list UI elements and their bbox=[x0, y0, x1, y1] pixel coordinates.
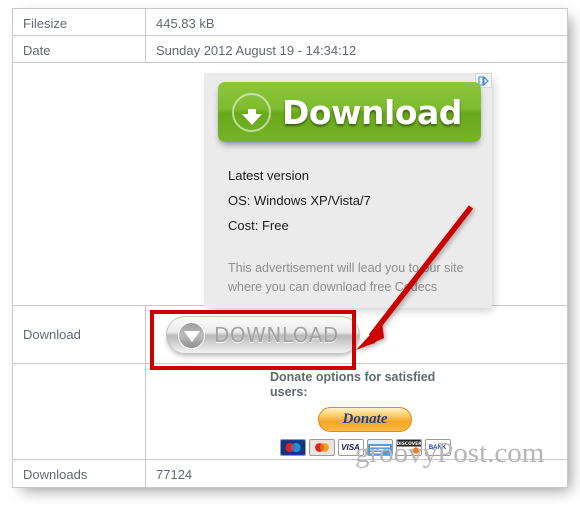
watermark: groovyPost.com bbox=[355, 437, 545, 469]
row-label-filesize: Filesize bbox=[13, 9, 146, 35]
ad-info-line-os: OS: Windows XP/Vista/7 bbox=[228, 193, 371, 208]
download-arrow-icon bbox=[232, 92, 271, 132]
ad-disclaimer-text: This advertisement will lead you to our … bbox=[228, 261, 464, 294]
table-row: Filesize 445.83 kB bbox=[13, 9, 567, 36]
donate-button[interactable]: Donate bbox=[318, 407, 412, 432]
advertisement-area: Download Latest version OS: Windows XP/V… bbox=[13, 63, 567, 308]
download-triangle-icon bbox=[178, 321, 205, 349]
advertisement-row: Download Latest version OS: Windows XP/V… bbox=[13, 63, 567, 308]
mastercard-card-icon bbox=[308, 439, 335, 456]
ad-info-lines: Latest version OS: Windows XP/Vista/7 Co… bbox=[228, 163, 371, 238]
ad-info-line-cost: Cost: Free bbox=[228, 218, 289, 233]
row-value-date: Sunday 2012 August 19 - 14:34:12 bbox=[156, 43, 357, 58]
screenshot-root: Filesize 445.83 kB Date Sunday 2012 Augu… bbox=[0, 0, 580, 508]
table-row: Download DOWNLOAD bbox=[13, 306, 567, 364]
mastercard-glyph bbox=[309, 441, 334, 454]
maestro-glyph bbox=[280, 441, 305, 454]
download-button[interactable]: DOWNLOAD bbox=[166, 316, 360, 354]
row-value-download: DOWNLOAD bbox=[146, 306, 567, 364]
donate-row-label bbox=[13, 364, 146, 460]
download-button-label: DOWNLOAD bbox=[214, 322, 339, 347]
table-row: Date Sunday 2012 August 19 - 14:34:12 bbox=[13, 36, 567, 63]
donate-button-label: Donate bbox=[342, 411, 388, 427]
ad-info-line-version: Latest version bbox=[228, 168, 309, 183]
row-label-download: Download bbox=[13, 306, 146, 364]
row-label-downloads: Downloads bbox=[13, 460, 146, 487]
row-value-filesize: 445.83 kB bbox=[156, 16, 215, 31]
ad-download-button[interactable]: Download bbox=[218, 82, 481, 142]
ad-download-button-label: Download bbox=[282, 92, 462, 132]
row-label-date: Date bbox=[13, 36, 146, 62]
advertisement-panel[interactable]: Download Latest version OS: Windows XP/V… bbox=[204, 73, 492, 308]
file-details-table: Filesize 445.83 kB Date Sunday 2012 Augu… bbox=[12, 8, 568, 488]
maestro-card-icon bbox=[279, 439, 306, 456]
donate-title: Donate options for satisfied users: bbox=[270, 370, 436, 399]
